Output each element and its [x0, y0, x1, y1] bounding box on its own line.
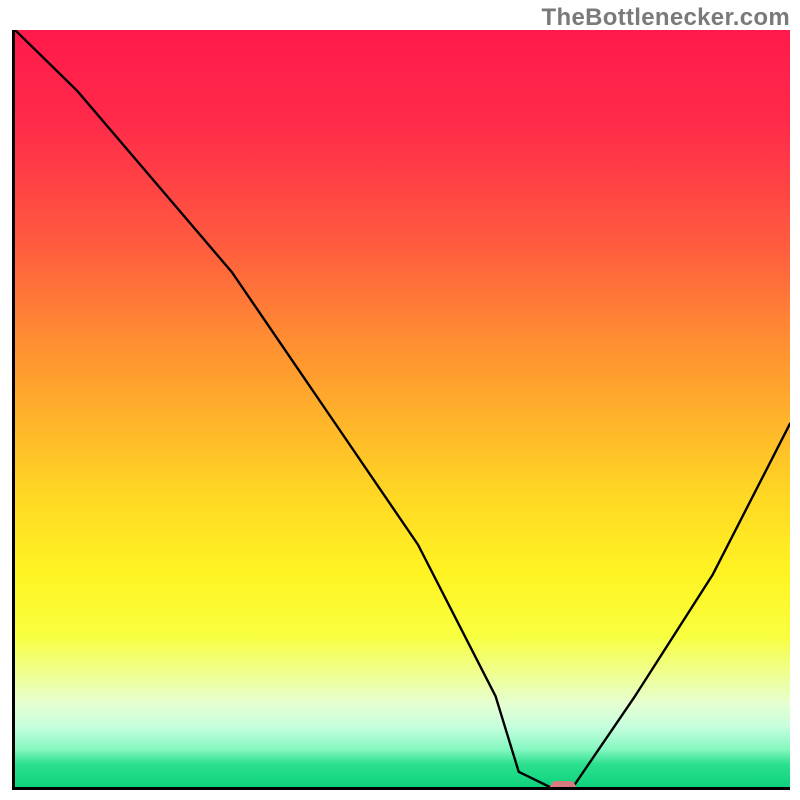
bottleneck-curve-path	[15, 30, 790, 787]
watermark-text: TheBottlenecker.com	[542, 4, 790, 32]
plot-area	[12, 30, 790, 790]
chart-frame: TheBottlenecker.com	[0, 0, 800, 800]
optimum-marker	[550, 781, 576, 790]
curve-svg	[15, 30, 790, 787]
